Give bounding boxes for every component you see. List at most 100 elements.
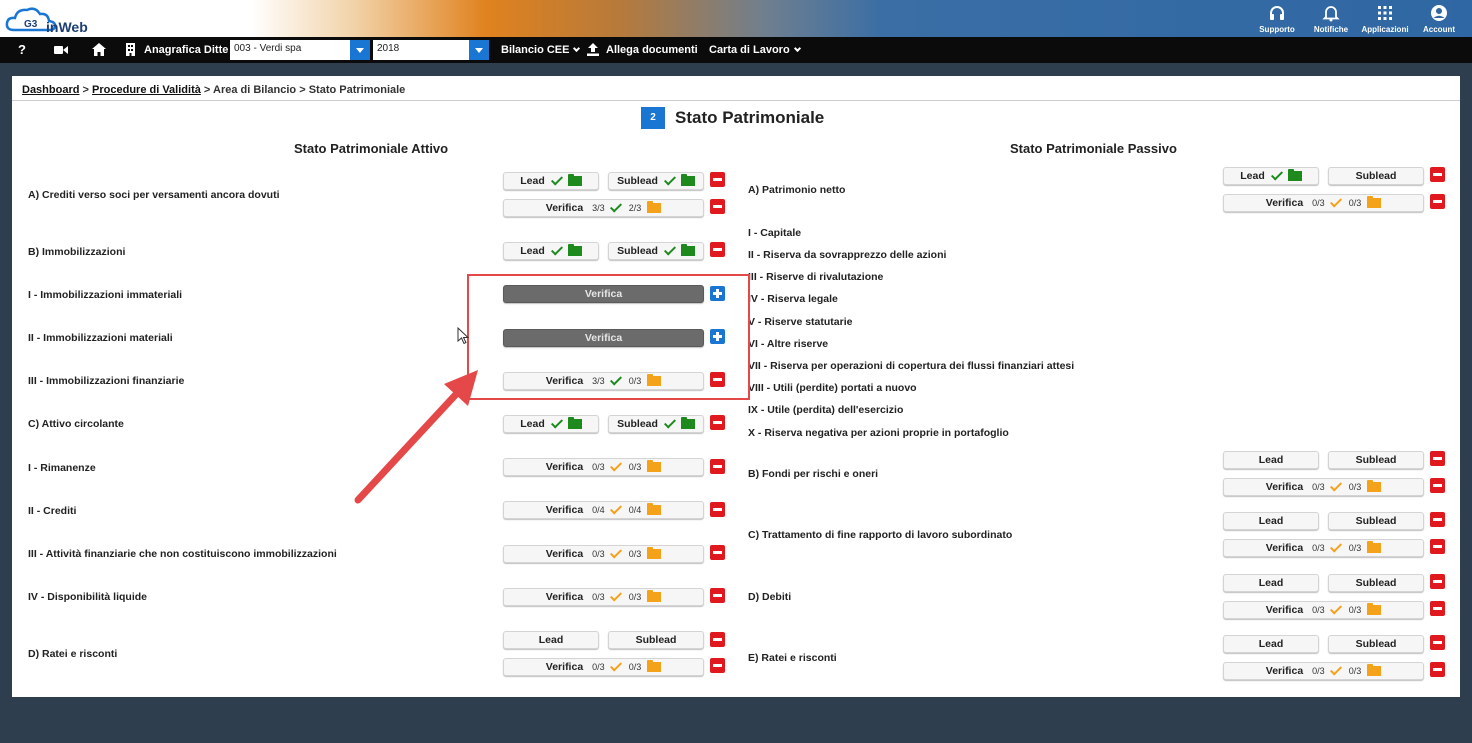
attivo-row-label: I - Rimanenze xyxy=(28,462,96,474)
logo-text: inWeb xyxy=(46,19,88,35)
remove-button[interactable] xyxy=(1430,512,1445,527)
check-icon xyxy=(663,173,676,186)
passivo-subrow-label: V - Riserve statutarie xyxy=(748,316,853,328)
remove-button[interactable] xyxy=(1430,635,1445,650)
check-icon xyxy=(1329,195,1342,208)
lead-button[interactable]: Lead xyxy=(1223,512,1319,530)
remove-button[interactable] xyxy=(1430,574,1445,589)
check-icon xyxy=(609,589,622,602)
remove-button[interactable] xyxy=(710,199,725,214)
passivo-subrow-label: VII - Riserva per operazioni di copertur… xyxy=(748,360,1075,372)
breadcrumb-dashboard[interactable]: Dashboard xyxy=(22,84,79,96)
sublead-button[interactable]: Sublead xyxy=(608,631,704,649)
remove-button[interactable] xyxy=(710,172,725,187)
chevron-down-icon xyxy=(573,44,581,53)
applications-button[interactable]: Applicazioni xyxy=(1358,2,1412,34)
page-badge: 2 xyxy=(641,107,665,129)
verifica-button[interactable]: Verifica 0/3 0/3 xyxy=(503,545,704,563)
passivo-subrow-label: VI - Altre riserve xyxy=(748,338,829,350)
attivo-row-label: C) Attivo circolante xyxy=(28,418,124,430)
verifica-button[interactable]: Verifica 0/3 0/3 xyxy=(1223,662,1424,680)
lead-button[interactable]: Lead xyxy=(503,631,599,649)
account-label: Account xyxy=(1423,25,1455,34)
folder-icon xyxy=(680,244,695,256)
lead-button[interactable]: Lead xyxy=(1223,451,1319,469)
allega-documenti-link[interactable]: Allega documenti xyxy=(606,44,698,56)
folder-icon xyxy=(1287,169,1302,181)
remove-button[interactable] xyxy=(1430,167,1445,182)
support-button[interactable]: Supporto xyxy=(1250,2,1304,34)
lead-button[interactable]: Lead xyxy=(1223,635,1319,653)
notifications-button[interactable]: Notifiche xyxy=(1304,2,1358,34)
lead-button[interactable]: Lead xyxy=(503,415,599,433)
remove-button[interactable] xyxy=(1430,478,1445,493)
ditta-select[interactable]: 003 - Verdi spa xyxy=(230,40,370,60)
ditta-dropdown-icon[interactable] xyxy=(350,40,370,60)
remove-button[interactable] xyxy=(710,632,725,647)
lead-button[interactable]: Lead xyxy=(1223,574,1319,592)
sublead-button[interactable]: Sublead xyxy=(608,242,704,260)
remove-button[interactable] xyxy=(710,415,725,430)
verifica-button[interactable]: Verifica 3/3 2/3 xyxy=(503,199,704,217)
app-logo[interactable]: G3 inWeb xyxy=(4,3,114,35)
folder-icon xyxy=(647,547,662,559)
check-icon xyxy=(609,659,622,672)
check-icon xyxy=(663,416,676,429)
sublead-button[interactable]: Sublead xyxy=(1328,574,1424,592)
sublead-button[interactable]: Sublead xyxy=(1328,635,1424,653)
breadcrumb: Dashboard > Procedure di Validità > Area… xyxy=(22,84,406,96)
remove-button[interactable] xyxy=(1430,662,1445,677)
sublead-button[interactable]: Sublead xyxy=(1328,451,1424,469)
carta-lavoro-menu[interactable]: Carta di Lavoro xyxy=(709,44,801,56)
check-icon xyxy=(1329,479,1342,492)
sublead-button[interactable]: Sublead xyxy=(608,172,704,190)
remove-button[interactable] xyxy=(710,588,725,603)
verifica-button[interactable]: Verifica 0/3 0/3 xyxy=(1223,194,1424,212)
verifica-button[interactable]: Verifica 0/3 0/3 xyxy=(1223,539,1424,557)
sublead-button[interactable]: Sublead xyxy=(1328,512,1424,530)
remove-button[interactable] xyxy=(1430,194,1445,209)
verifica-button[interactable]: Verifica 0/3 0/3 xyxy=(503,588,704,606)
remove-button[interactable] xyxy=(710,545,725,560)
help-icon[interactable]: ? xyxy=(18,42,26,57)
folder-icon xyxy=(647,660,662,672)
lead-button[interactable]: Lead xyxy=(503,172,599,190)
folder-icon xyxy=(647,201,662,213)
home-icon[interactable] xyxy=(92,43,106,56)
video-icon[interactable] xyxy=(54,45,68,55)
remove-button[interactable] xyxy=(710,502,725,517)
account-button[interactable]: Account xyxy=(1412,2,1466,34)
lead-button[interactable]: Lead xyxy=(1223,167,1319,185)
lead-button[interactable]: Lead xyxy=(503,242,599,260)
page-title: 2 Stato Patrimoniale xyxy=(641,107,824,129)
folder-icon xyxy=(1367,480,1382,492)
remove-button[interactable] xyxy=(1430,451,1445,466)
folder-icon xyxy=(1367,664,1382,676)
passivo-row-label: B) Fondi per rischi e oneri xyxy=(748,468,879,480)
chevron-down-icon xyxy=(793,44,801,53)
upload-icon[interactable] xyxy=(587,43,599,56)
verifica-button[interactable]: Verifica 0/3 0/3 xyxy=(1223,478,1424,496)
year-dropdown-icon[interactable] xyxy=(469,40,489,60)
check-icon xyxy=(1329,540,1342,553)
year-value: 2018 xyxy=(377,43,400,54)
remove-button[interactable] xyxy=(710,242,725,257)
verifica-button[interactable]: Verifica 0/3 0/3 xyxy=(503,658,704,676)
remove-button[interactable] xyxy=(1430,601,1445,616)
notifications-label: Notifiche xyxy=(1313,25,1349,34)
anagrafica-label: Anagrafica Ditte xyxy=(144,44,229,56)
sublead-button[interactable]: Sublead xyxy=(608,415,704,433)
remove-button[interactable] xyxy=(710,459,725,474)
building-icon xyxy=(126,43,135,56)
navbar: ? Anagrafica Ditte 003 - Verdi spa 2018 … xyxy=(0,37,1472,63)
year-select[interactable]: 2018 xyxy=(373,40,489,60)
bilancio-menu[interactable]: Bilancio CEE xyxy=(501,44,581,56)
breadcrumb-procedure[interactable]: Procedure di Validità xyxy=(92,84,201,96)
verifica-button[interactable]: Verifica 0/3 0/3 xyxy=(503,458,704,476)
remove-button[interactable] xyxy=(710,658,725,673)
verifica-button[interactable]: Verifica 0/3 0/3 xyxy=(1223,601,1424,619)
remove-button[interactable] xyxy=(1430,539,1445,554)
verifica-button[interactable]: Verifica 0/4 0/4 xyxy=(503,501,704,519)
sublead-button[interactable]: Sublead xyxy=(1328,167,1424,185)
mouse-cursor-icon xyxy=(457,327,469,345)
